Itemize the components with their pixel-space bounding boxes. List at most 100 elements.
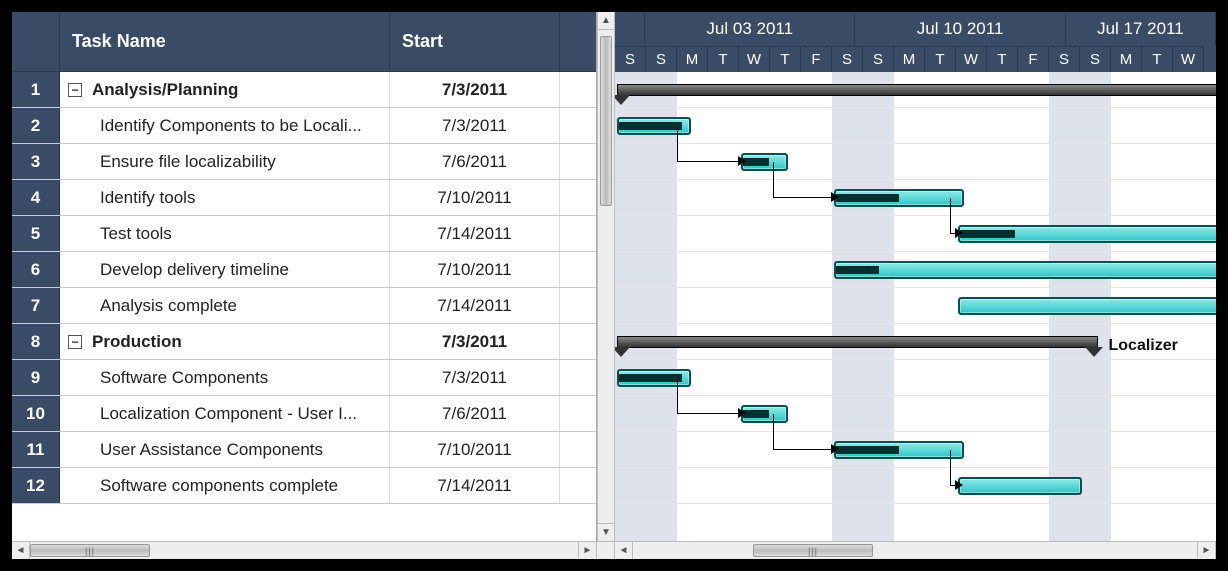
day-header[interactable]: W	[956, 46, 987, 72]
task-row[interactable]: 3Ensure file localizability7/6/2011	[12, 144, 596, 180]
task-start-cell[interactable]: 7/6/2011	[390, 396, 560, 431]
task-row[interactable]: 2 Identify Components to be Locali... 7/3/…	[12, 108, 596, 144]
collapse-toggle-icon[interactable]: −	[68, 83, 82, 97]
day-header[interactable]: T	[770, 46, 801, 72]
week-header[interactable]: Jul 10 2011	[855, 12, 1065, 46]
gantt-hscroll[interactable]: ◄ ||| ►	[615, 542, 1216, 559]
summary-bar[interactable]	[617, 84, 1216, 96]
gantt-app: Task Name Start 1−Analysis/Planning7/3/2…	[12, 12, 1216, 559]
day-header-row: SSMTWTFSSMTWTFSSMTW	[615, 46, 1216, 72]
day-header[interactable]: S	[1080, 46, 1111, 72]
day-header[interactable]: M	[1111, 46, 1142, 72]
task-bar[interactable]	[834, 441, 964, 459]
task-bar[interactable]	[958, 477, 1082, 495]
task-name-cell[interactable]: Analysis complete	[60, 288, 390, 323]
day-header[interactable]: W	[739, 46, 770, 72]
task-row[interactable]: 6 Develop delivery timeline 7/10/2011	[12, 252, 596, 288]
task-row[interactable]: 4Identify tools7/10/2011	[12, 180, 596, 216]
task-row[interactable]: 7Analysis complete7/14/2011	[12, 288, 596, 324]
task-name-cell[interactable]: Software Components	[60, 360, 390, 395]
day-header[interactable]: S	[646, 46, 677, 72]
scroll-thumb[interactable]	[600, 36, 612, 206]
task-start-cell[interactable]: 7/3/2011	[390, 360, 560, 395]
day-header[interactable]: S	[1049, 46, 1080, 72]
week-header[interactable]: Jul 17 2011	[1066, 12, 1216, 46]
gantt-body[interactable]: Localizer	[615, 72, 1216, 541]
task-row[interactable]: 10Localization Component - User I...7/6/…	[12, 396, 596, 432]
task-name-label: Ensure file localizability	[100, 152, 276, 172]
task-row[interactable]: 11User Assistance Components7/10/2011	[12, 432, 596, 468]
gantt-rows: Localizer	[615, 72, 1216, 541]
task-name-cell[interactable]: Ensure file localizability	[60, 144, 390, 179]
scroll-left-arrow-icon[interactable]: ◄	[615, 542, 633, 559]
day-header[interactable]: S	[863, 46, 894, 72]
gantt-row	[615, 432, 1216, 468]
scroll-thumb[interactable]: |||	[753, 544, 873, 557]
task-bar[interactable]	[958, 297, 1216, 315]
day-header[interactable]: S	[832, 46, 863, 72]
day-header[interactable]: W	[1173, 46, 1204, 72]
task-name-cell[interactable]: −Analysis/Planning	[60, 72, 390, 107]
task-name-cell[interactable]: Identify Components to be Locali...	[60, 108, 390, 143]
task-row[interactable]: 5Test tools7/14/2011	[12, 216, 596, 252]
task-start-cell[interactable]: 7/3/2011	[390, 72, 560, 107]
scroll-right-arrow-icon[interactable]: ►	[578, 542, 596, 559]
task-name-label: Identify Components to be Locali...	[100, 116, 362, 136]
task-bar[interactable]	[958, 225, 1216, 243]
day-header[interactable]: M	[894, 46, 925, 72]
row-number: 5	[12, 216, 60, 251]
task-bar[interactable]	[834, 189, 964, 207]
summary-bar[interactable]: Localizer	[617, 336, 1098, 348]
day-header[interactable]: T	[925, 46, 956, 72]
arrow-right-icon	[955, 228, 963, 238]
col-header-number[interactable]	[12, 12, 60, 71]
col-header-start[interactable]: Start	[390, 12, 560, 71]
scroll-left-arrow-icon[interactable]: ◄	[12, 542, 30, 559]
task-start-cell[interactable]: 7/14/2011	[390, 468, 560, 503]
day-header[interactable]: F	[801, 46, 832, 72]
task-start-cell[interactable]: 7/10/2011	[390, 432, 560, 467]
day-header[interactable]: T	[1142, 46, 1173, 72]
task-start-cell[interactable]: 7/10/2011	[390, 180, 560, 215]
day-header[interactable]: S	[615, 46, 646, 72]
scroll-down-arrow-icon[interactable]: ▼	[598, 523, 614, 541]
scroll-right-arrow-icon[interactable]: ►	[1197, 542, 1215, 559]
col-header-taskname[interactable]: Task Name	[60, 12, 390, 71]
grid-body: 1−Analysis/Planning7/3/20112 Identify Com…	[12, 72, 596, 541]
scroll-up-arrow-icon[interactable]: ▲	[598, 12, 614, 30]
task-name-cell[interactable]: Localization Component - User I...	[60, 396, 390, 431]
task-name-cell[interactable]: Software components complete	[60, 468, 390, 503]
day-header[interactable]: F	[1018, 46, 1049, 72]
task-start-cell[interactable]: 7/14/2011	[390, 216, 560, 251]
day-header[interactable]: T	[987, 46, 1018, 72]
task-row[interactable]: 9Software Components7/3/2011	[12, 360, 596, 396]
task-start-cell[interactable]: 7/14/2011	[390, 288, 560, 323]
task-name-label: Software Components	[100, 368, 268, 388]
row-number: 6	[12, 252, 60, 287]
task-name-cell[interactable]: User Assistance Components	[60, 432, 390, 467]
task-start-cell[interactable]: 7/6/2011	[390, 144, 560, 179]
task-bar[interactable]	[834, 261, 1216, 279]
task-start-cell[interactable]: 7/3/2011	[390, 108, 560, 143]
task-row[interactable]: 12Software components complete7/14/2011	[12, 468, 596, 504]
day-header[interactable]: M	[677, 46, 708, 72]
grid-hscroll[interactable]: ◄ ||| ►	[12, 542, 597, 559]
task-name-cell[interactable]: Develop delivery timeline	[60, 252, 390, 287]
task-start-cell[interactable]: 7/3/2011	[390, 324, 560, 359]
task-start-cell[interactable]: 7/10/2011	[390, 252, 560, 287]
task-name-cell[interactable]: −Production	[60, 324, 390, 359]
content: Task Name Start 1−Analysis/Planning7/3/2…	[12, 12, 1216, 541]
task-name-label: Develop delivery timeline	[100, 260, 289, 280]
row-number: 2	[12, 108, 60, 143]
vertical-scrollbar[interactable]: ▲ ▼	[597, 12, 615, 541]
week-header[interactable]: Jul 03 2011	[645, 12, 855, 46]
task-row[interactable]: 8−Production7/3/2011	[12, 324, 596, 360]
task-name-cell[interactable]: Test tools	[60, 216, 390, 251]
task-row[interactable]: 1−Analysis/Planning7/3/2011	[12, 72, 596, 108]
task-name-cell[interactable]: Identify tools	[60, 180, 390, 215]
scroll-thumb[interactable]: |||	[30, 544, 150, 557]
day-header[interactable]: T	[708, 46, 739, 72]
task-name-label: User Assistance Components	[100, 440, 323, 460]
collapse-toggle-icon[interactable]: −	[68, 335, 82, 349]
grid-header: Task Name Start	[12, 12, 596, 72]
